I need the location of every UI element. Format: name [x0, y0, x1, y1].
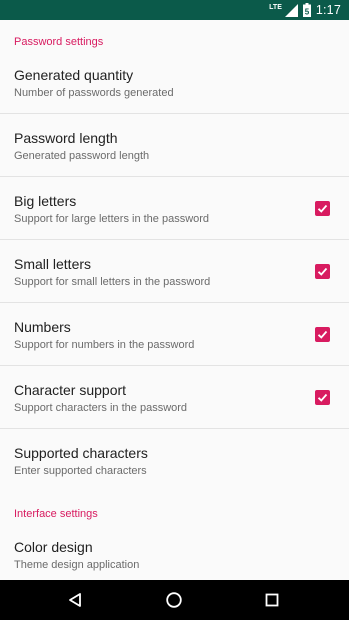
- small-letters-checkbox[interactable]: [315, 264, 330, 279]
- status-bar: LTE 5 1:17: [0, 0, 349, 20]
- pref-title: Character support: [14, 382, 127, 398]
- network-type: LTE: [269, 3, 282, 11]
- pref-title: Small letters: [14, 256, 92, 272]
- pref-supported-characters[interactable]: Supported characters Enter supported cha…: [0, 429, 349, 492]
- pref-title: Numbers: [14, 319, 71, 335]
- pref-title: Big letters: [14, 193, 77, 209]
- pref-summary: Support for small letters in the passwor…: [14, 276, 211, 288]
- character-support-checkbox[interactable]: [315, 390, 330, 405]
- section-header-password-settings: Password settings: [14, 36, 104, 48]
- navigation-bar: [0, 580, 349, 620]
- pref-summary: Enter supported characters: [14, 465, 147, 477]
- settings-list[interactable]: Password settings Generated quantity Num…: [0, 20, 349, 580]
- signal-icon: [284, 3, 298, 17]
- battery-icon: 5: [302, 3, 311, 17]
- pref-summary: Number of passwords generated: [14, 87, 174, 99]
- battery-level: 5: [305, 8, 310, 17]
- pref-summary: Theme design application: [14, 559, 140, 571]
- status-time: 1:17: [315, 3, 341, 17]
- pref-big-letters[interactable]: Big letters Support for large letters in…: [0, 177, 349, 240]
- pref-character-support[interactable]: Character support Support characters in …: [0, 366, 349, 429]
- pref-title: Generated quantity: [14, 67, 134, 83]
- pref-small-letters[interactable]: Small letters Support for small letters …: [0, 240, 349, 303]
- big-letters-checkbox[interactable]: [315, 201, 330, 216]
- recents-icon[interactable]: [261, 590, 283, 610]
- pref-summary: Support for numbers in the password: [14, 339, 195, 351]
- pref-generated-quantity[interactable]: Generated quantity Number of passwords g…: [0, 51, 349, 114]
- numbers-checkbox[interactable]: [315, 327, 330, 342]
- pref-color-design[interactable]: Color design Theme design application: [0, 523, 349, 580]
- home-icon[interactable]: [163, 590, 185, 610]
- pref-password-length[interactable]: Password length Generated password lengt…: [0, 114, 349, 177]
- back-icon[interactable]: [64, 590, 86, 610]
- pref-numbers[interactable]: Numbers Support for numbers in the passw…: [0, 303, 349, 366]
- section-header-interface-settings: Interface settings: [14, 508, 98, 520]
- pref-title: Color design: [14, 539, 93, 555]
- pref-title: Password length: [14, 130, 118, 146]
- pref-summary: Generated password length: [14, 150, 150, 162]
- pref-summary: Support characters in the password: [14, 402, 188, 414]
- pref-summary: Support for large letters in the passwor…: [14, 213, 210, 225]
- pref-title: Supported characters: [14, 445, 148, 461]
